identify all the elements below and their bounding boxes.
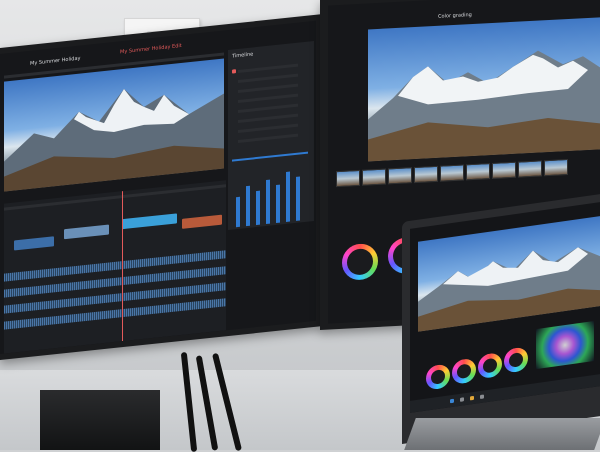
video-clip: [182, 214, 222, 229]
audio-meter: [246, 185, 250, 227]
thumbnail: [544, 159, 568, 177]
app-icon: [470, 395, 474, 401]
color-viewer-image: [368, 17, 600, 162]
inspector-row: [238, 73, 298, 83]
thumbnail: [440, 164, 464, 182]
audio-meter: [276, 184, 280, 223]
thumbnail: [388, 167, 412, 185]
audio-meter: [236, 196, 240, 228]
inspector-panel: Timeline: [228, 40, 314, 231]
project-title: My Summer Holiday: [30, 55, 81, 67]
audio-meter: [266, 179, 270, 225]
laptop-keyboard-deck: [404, 418, 600, 450]
left-monitor: My Summer Holiday My Summer Holiday Edit…: [0, 14, 322, 361]
app-icon: [450, 398, 454, 404]
left-monitor-screen: My Summer Holiday My Summer Holiday Edit…: [0, 20, 316, 355]
monitor-stand: [40, 390, 160, 450]
video-clip: [122, 213, 177, 230]
laptop: [402, 194, 600, 444]
timeline-ruler: [4, 184, 226, 211]
app-icon: [460, 397, 464, 402]
inspector-row: [238, 103, 298, 113]
inspector-row: [238, 63, 298, 73]
progress-bar: [232, 151, 308, 162]
laptop-screen: [410, 202, 600, 413]
color-wheel: [426, 363, 450, 391]
inspector-row: [238, 133, 298, 143]
audio-meter: [286, 171, 290, 222]
audio-meter: [296, 176, 300, 221]
record-icon: [232, 69, 236, 74]
audio-meter: [256, 190, 260, 226]
timeline-panel: [4, 180, 226, 354]
video-clip: [14, 236, 54, 251]
color-scope: [536, 321, 594, 370]
inspector-row: [238, 93, 298, 103]
thumbnail: [466, 163, 490, 181]
color-wheel: [452, 357, 476, 385]
thumbnail: [518, 160, 542, 178]
color-wheel: [342, 242, 378, 281]
inspector-row: [238, 83, 298, 93]
audio-mixer: [234, 161, 310, 228]
video-clip: [64, 224, 109, 240]
thumbnail: [362, 168, 386, 186]
thumbnail: [414, 165, 438, 184]
color-wheel: [478, 351, 502, 380]
red-edit-label: My Summer Holiday Edit: [120, 42, 182, 56]
right-center-label: Color grading: [438, 12, 472, 20]
thumbnail: [492, 161, 516, 179]
viewer-image: [4, 58, 224, 192]
color-wheel: [504, 346, 528, 374]
inspector-title: Timeline: [232, 51, 254, 60]
laptop-viewer-image: [418, 216, 600, 332]
playhead: [122, 191, 123, 342]
inspector-row: [238, 123, 298, 133]
inspector-row: [238, 113, 298, 123]
app-icon: [480, 394, 484, 400]
thumbnail: [336, 169, 360, 188]
